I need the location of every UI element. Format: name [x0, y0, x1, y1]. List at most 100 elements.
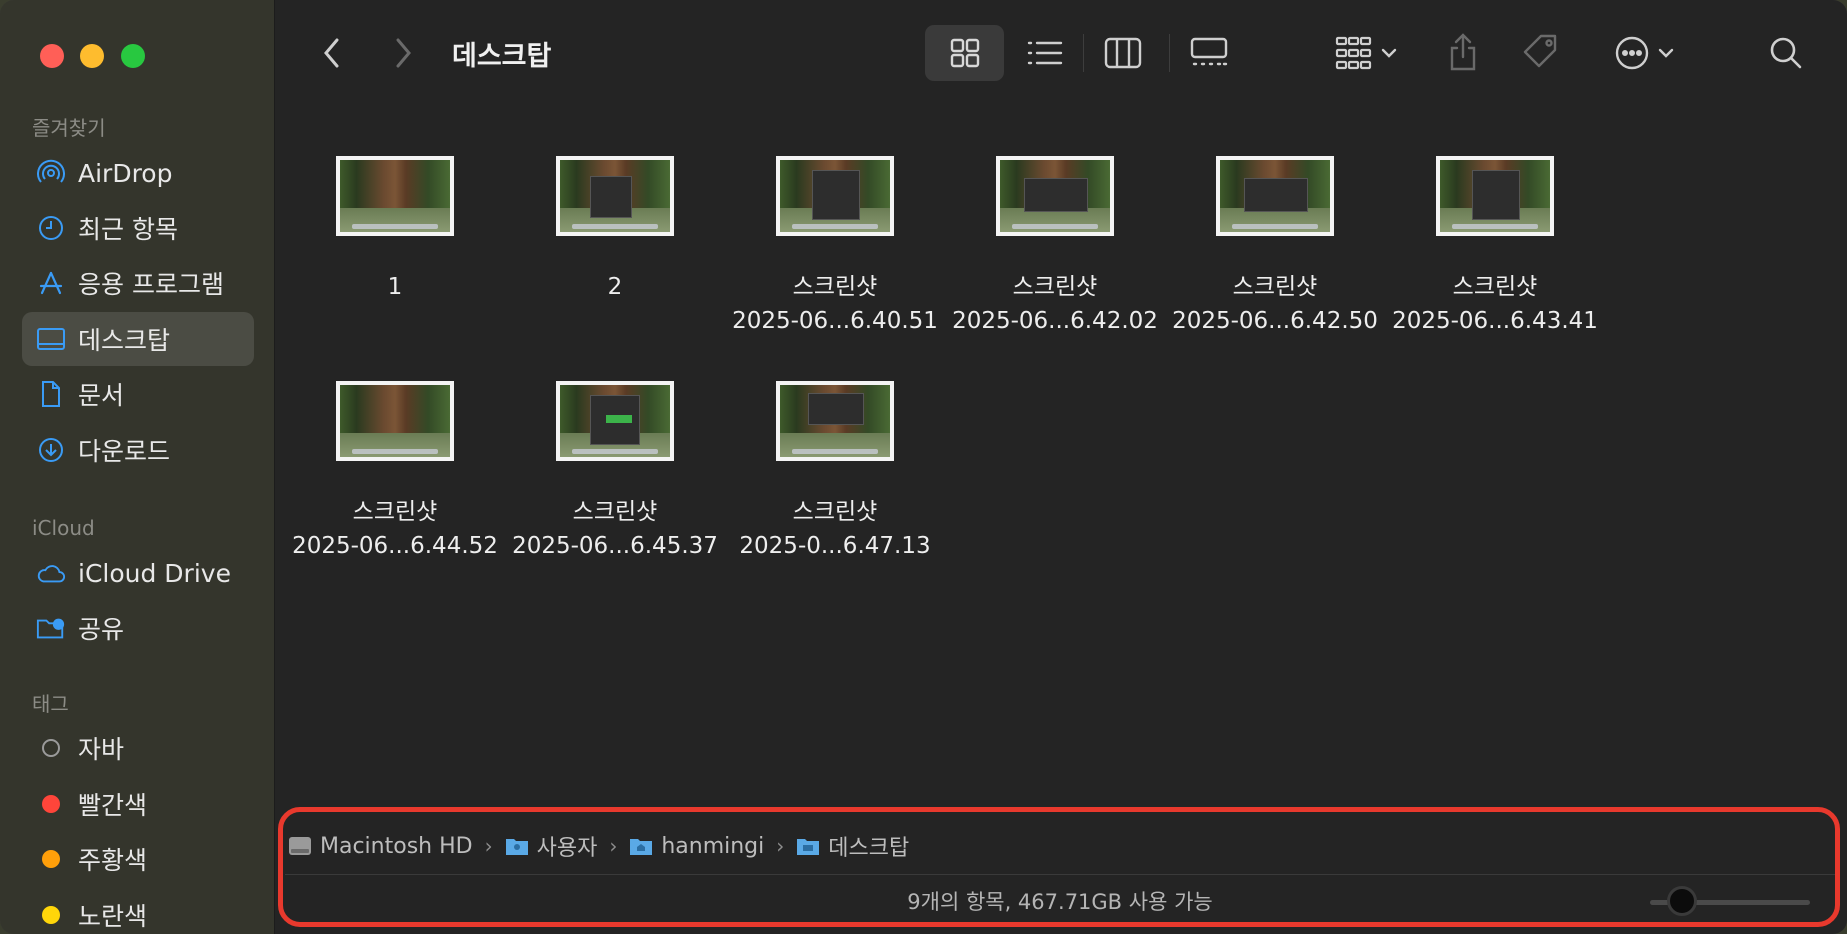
sidebar-item-airdrop[interactable]: AirDrop — [22, 146, 254, 200]
applications-icon — [36, 268, 66, 298]
window-title: 데스크탑 — [452, 41, 552, 72]
file-thumbnail — [336, 156, 454, 236]
file-name-line2: 2025-06...6.44.52 — [292, 533, 498, 559]
sidebar-item-label: 공유 — [78, 615, 125, 644]
minimize-button[interactable] — [80, 44, 104, 68]
file-name-line1: 스크린샷 — [352, 499, 438, 525]
favorites-header: 즐겨찾기 — [32, 116, 106, 140]
back-button[interactable] — [315, 34, 349, 72]
file-thumbnail — [996, 156, 1114, 236]
file-item[interactable]: 스크린샷 2025-06...6.44.52 — [290, 381, 500, 563]
grid-icon — [947, 35, 983, 71]
file-thumbnail — [1216, 156, 1334, 236]
desktop-icon — [36, 324, 66, 354]
sidebar-item-applications[interactable]: 응용 프로그램 — [22, 256, 254, 310]
annotation-highlight-box — [278, 807, 1840, 927]
group-grid-icon — [1335, 36, 1372, 70]
file-name-line2: 2025-06...6.43.41 — [1392, 308, 1598, 334]
sidebar-item-downloads[interactable]: 다운로드 — [22, 423, 254, 477]
file-name-line1: 스크린샷 — [792, 274, 878, 300]
toolbar-divider — [1169, 34, 1170, 72]
thumbnail-highlight — [606, 415, 632, 423]
sidebar-item-label: 다운로드 — [78, 437, 171, 466]
share-icon — [1450, 33, 1476, 71]
file-name-line1: 스크린샷 — [572, 499, 658, 525]
gallery-view-button[interactable] — [1189, 34, 1229, 72]
chevron-left-icon — [324, 38, 339, 68]
file-item[interactable]: 1 — [290, 156, 500, 304]
sidebar-item-label: 빨간색 — [78, 791, 148, 820]
more-actions-button[interactable] — [1607, 34, 1681, 72]
tag-empty-circle-icon — [42, 739, 60, 757]
gallery-icon — [1190, 37, 1228, 66]
red-tag-icon — [42, 795, 60, 813]
sidebar-item-documents[interactable]: 문서 — [22, 367, 254, 421]
file-name-line2: 2025-06...6.40.51 — [732, 308, 938, 334]
sidebar: 즐겨찾기 AirDrop 최근 항목 응용 프로그램 데스크탑 문서 다운로드 … — [0, 0, 275, 934]
yellow-tag-icon — [42, 906, 60, 924]
file-name-line2: 2025-06...6.42.02 — [952, 308, 1158, 334]
sidebar-tag-red[interactable]: 빨간색 — [22, 777, 254, 831]
sidebar-item-label: 노란색 — [78, 902, 148, 931]
file-item[interactable]: 스크린샷 2025-06...6.40.51 — [730, 156, 940, 338]
file-name-line1: 2 — [607, 274, 623, 300]
file-thumbnail — [556, 381, 674, 461]
file-item[interactable]: 스크린샷 2025-06...6.45.37 — [510, 381, 720, 563]
icloud-header: iCloud — [32, 516, 95, 540]
file-item[interactable]: 스크린샷 2025-06...6.42.50 — [1170, 156, 1380, 338]
search-button[interactable] — [1768, 34, 1804, 72]
cloud-icon — [36, 558, 66, 588]
tags-button[interactable] — [1521, 32, 1561, 72]
file-thumbnail — [1436, 156, 1554, 236]
file-item[interactable]: 스크린샷 2025-06...6.43.41 — [1390, 156, 1600, 338]
search-icon — [1770, 37, 1802, 69]
sidebar-item-label: 자바 — [78, 735, 125, 764]
clock-icon — [36, 213, 66, 243]
sidebar-item-label: 최근 항목 — [78, 215, 178, 244]
sidebar-item-label: 응용 프로그램 — [78, 270, 224, 299]
file-item[interactable]: 2 — [510, 156, 720, 304]
sidebar-item-icloud-drive[interactable]: iCloud Drive — [22, 546, 254, 600]
sidebar-tag-yellow[interactable]: 노란색 — [22, 888, 254, 934]
file-thumbnail — [336, 381, 454, 461]
sidebar-item-desktop[interactable]: 데스크탑 — [22, 312, 254, 366]
chevron-down-icon — [1381, 48, 1397, 58]
file-name-line1: 1 — [387, 274, 403, 300]
list-view-button[interactable] — [1025, 35, 1065, 71]
share-button[interactable] — [1445, 30, 1481, 74]
toolbar-divider — [1083, 34, 1084, 72]
tags-header: 태그 — [32, 692, 69, 716]
file-item[interactable]: 스크린샷 2025-06...6.42.02 — [950, 156, 1160, 338]
chevron-right-icon — [396, 38, 411, 68]
chevron-down-icon — [1658, 48, 1674, 58]
file-name-line2: 2025-06...6.45.37 — [512, 533, 718, 559]
file-name-line2: 2025-06...6.42.50 — [1172, 308, 1378, 334]
column-view-button[interactable] — [1103, 34, 1143, 72]
zoom-button[interactable] — [121, 44, 145, 68]
sidebar-item-label: 문서 — [78, 381, 125, 410]
group-by-button[interactable] — [1331, 34, 1401, 72]
file-item[interactable]: 스크린샷 2025-0...6.47.13 — [730, 381, 940, 563]
sidebar-tag-orange[interactable]: 주황색 — [22, 832, 254, 886]
file-name-line2: 2025-0...6.47.13 — [739, 533, 931, 559]
file-name-line1: 스크린샷 — [1452, 274, 1538, 300]
shared-folder-icon — [36, 613, 66, 643]
list-icon — [1027, 41, 1063, 65]
main-pane: 데스크탑 1 2 스크린샷 2025-06...6.40.51 스크린샷 202… — [275, 0, 1847, 934]
download-icon — [36, 435, 66, 465]
sidebar-item-label: AirDrop — [78, 158, 173, 188]
forward-button[interactable] — [386, 34, 420, 72]
sidebar-item-shared[interactable]: 공유 — [22, 601, 254, 655]
file-name-line1: 스크린샷 — [792, 499, 878, 525]
columns-icon — [1104, 37, 1142, 69]
file-thumbnail — [776, 381, 894, 461]
document-icon — [36, 379, 66, 409]
sidebar-tag-java[interactable]: 자바 — [22, 721, 254, 775]
orange-tag-icon — [42, 850, 60, 868]
close-button[interactable] — [40, 44, 64, 68]
file-name-line1: 스크린샷 — [1232, 274, 1318, 300]
sidebar-item-recents[interactable]: 최근 항목 — [22, 201, 254, 255]
file-name-line1: 스크린샷 — [1012, 274, 1098, 300]
sidebar-item-label: iCloud Drive — [78, 558, 231, 588]
file-thumbnail — [556, 156, 674, 236]
